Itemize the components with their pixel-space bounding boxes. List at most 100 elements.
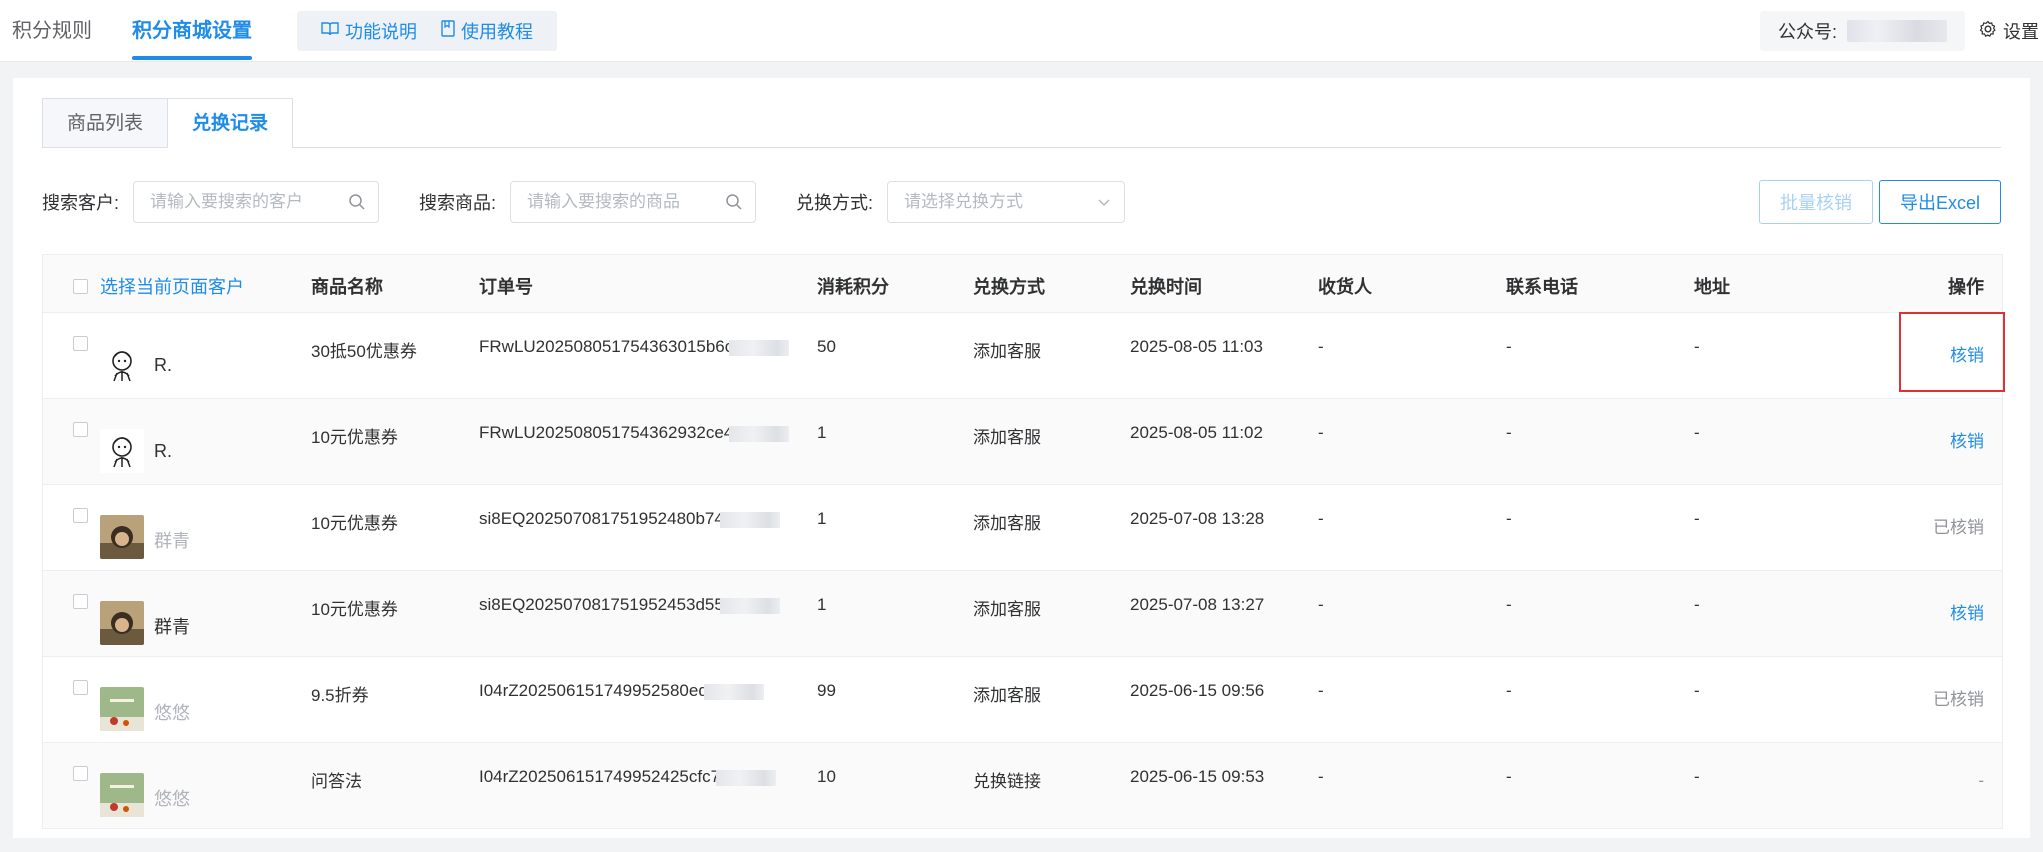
- address: -: [1694, 767, 1700, 786]
- exchange-time: 2025-08-05 11:03: [1130, 337, 1263, 356]
- verify-button[interactable]: 核销: [1950, 427, 1984, 452]
- tab-goods-list[interactable]: 商品列表: [42, 98, 169, 147]
- order-no-blurred: [703, 683, 764, 700]
- settings-label: 设置: [2003, 22, 2039, 42]
- export-excel-button[interactable]: 导出Excel: [1878, 180, 2001, 224]
- order-no-blurred: [729, 425, 790, 442]
- exchange-way-label: 兑换方式:: [796, 193, 874, 213]
- header-order-no: 订单号: [479, 277, 533, 297]
- exchange-way-select[interactable]: [887, 181, 1126, 223]
- exchange-way: 添加客服: [973, 342, 1041, 361]
- table-row: 群青 10元优惠券 si8EQ202507081751952480b74 1 添…: [43, 485, 2002, 571]
- goods-name: 30抵50优惠券: [311, 342, 417, 361]
- row-checkbox[interactable]: [73, 766, 88, 781]
- exchange-time: 2025-06-15 09:53: [1130, 767, 1265, 786]
- account-name-blurred: [1847, 20, 1947, 42]
- receiver: -: [1318, 423, 1324, 442]
- customer-name: R.: [154, 441, 172, 461]
- row-checkbox[interactable]: [73, 336, 88, 351]
- goods-name: 问答法: [311, 772, 362, 791]
- customer-name: 悠悠: [154, 703, 190, 723]
- content-tabs: 商品列表 兑换记录: [42, 98, 2001, 148]
- book-icon: [321, 21, 339, 42]
- address: -: [1694, 595, 1700, 614]
- customer-cell: R.: [73, 333, 172, 387]
- avatar: [100, 773, 144, 817]
- order-no-text: FRwLU202508051754362932ce4: [479, 423, 734, 442]
- account-label: 公众号:: [1777, 22, 1837, 42]
- table-row: 群青 10元优惠券 si8EQ202507081751952453d55 1 添…: [43, 571, 2002, 657]
- goods-name: 10元优惠券: [311, 428, 398, 447]
- order-no: I04rZ202506151749952425cfc7: [479, 767, 777, 852]
- select-all-checkbox[interactable]: [73, 278, 88, 294]
- verify-button[interactable]: 核销: [1950, 341, 1984, 366]
- header-operation: 操作: [1948, 277, 1984, 297]
- address: -: [1694, 337, 1700, 356]
- receiver: -: [1318, 509, 1324, 528]
- phone: -: [1506, 767, 1512, 786]
- select-all-header[interactable]: 选择当前页面客户: [73, 273, 244, 299]
- operation-empty: -: [1978, 771, 1984, 790]
- customer-cell: 悠悠: [73, 677, 190, 731]
- tutorial-link[interactable]: 使用教程: [441, 18, 533, 44]
- table-row: R. 30抵50优惠券 FRwLU202508051754363015b6c 5…: [43, 313, 2002, 399]
- tab-exchange-records[interactable]: 兑换记录: [168, 98, 294, 148]
- avatar: [100, 687, 144, 731]
- customer-name: 悠悠: [154, 789, 190, 809]
- order-no-blurred: [729, 339, 790, 356]
- search-icon[interactable]: [725, 193, 743, 216]
- tutorial-label: 使用教程: [461, 22, 533, 42]
- header-exchange-way: 兑换方式: [973, 277, 1045, 297]
- phone: -: [1506, 337, 1512, 356]
- feature-description-link[interactable]: 功能说明: [321, 18, 417, 44]
- customer-cell: 悠悠: [73, 763, 190, 817]
- batch-verify-button[interactable]: 批量核销: [1758, 180, 1873, 224]
- avatar: [100, 343, 144, 387]
- goods-name: 10元优惠券: [311, 514, 398, 533]
- receiver: -: [1318, 767, 1324, 786]
- nav-tab-points-mall[interactable]: 积分商城设置: [132, 0, 252, 62]
- goods-search-input[interactable]: [525, 191, 710, 213]
- exchange-time: 2025-07-08 13:28: [1130, 509, 1265, 528]
- exchange-way: 添加客服: [973, 428, 1041, 447]
- verify-button[interactable]: 核销: [1950, 599, 1984, 624]
- goods-search-box: [510, 181, 757, 223]
- row-checkbox[interactable]: [73, 508, 88, 523]
- row-checkbox[interactable]: [73, 594, 88, 609]
- goods-search-label: 搜索商品:: [419, 193, 497, 213]
- nav-tab-points-rules[interactable]: 积分规则: [12, 0, 92, 62]
- document-icon: [441, 20, 455, 42]
- address: -: [1694, 509, 1700, 528]
- points: 1: [817, 423, 827, 442]
- top-bar: 积分规则 积分商城设置 功能说明 使用教程 公众号: 设置: [0, 0, 2043, 62]
- exchange-time: 2025-07-08 13:27: [1130, 595, 1265, 614]
- goods-name: 9.5折券: [311, 686, 369, 705]
- phone: -: [1506, 509, 1512, 528]
- exchange-way-input[interactable]: [902, 191, 1087, 213]
- gear-icon: [1979, 20, 1997, 43]
- table-header: 选择当前页面客户 商品名称 订单号 消耗积分 兑换方式 兑换时间 收货人 联系电…: [43, 255, 2002, 313]
- order-no-text: I04rZ202506151749952425cfc7: [479, 767, 721, 786]
- points: 10: [817, 767, 836, 786]
- chevron-down-icon: [1096, 193, 1112, 216]
- settings-button[interactable]: 设置: [1979, 18, 2043, 44]
- header-points: 消耗积分: [817, 277, 889, 297]
- select-all-label[interactable]: 选择当前页面客户: [100, 273, 244, 299]
- row-checkbox[interactable]: [73, 422, 88, 437]
- order-no-text: si8EQ202507081751952453d55: [479, 595, 724, 614]
- order-no-blurred: [716, 769, 777, 786]
- main-panel: 商品列表 兑换记录 搜索客户: 搜索商品: 兑换方式: 批量核销 导出Excel: [13, 78, 2030, 838]
- avatar: [100, 515, 144, 559]
- filter-bar: 搜索客户: 搜索商品: 兑换方式: 批量核销 导出Excel: [42, 180, 2001, 224]
- account-selector[interactable]: 公众号:: [1759, 11, 1965, 51]
- table-row: R. 10元优惠券 FRwLU202508051754362932ce4 1 添…: [43, 399, 2002, 485]
- top-nav: 积分规则 积分商城设置 功能说明 使用教程: [12, 0, 557, 62]
- order-no-text: FRwLU202508051754363015b6c: [479, 337, 734, 356]
- row-checkbox[interactable]: [73, 680, 88, 695]
- order-no-blurred: [719, 511, 780, 528]
- customer-name: R.: [154, 355, 172, 375]
- phone: -: [1506, 681, 1512, 700]
- phone: -: [1506, 423, 1512, 442]
- customer-search-input[interactable]: [148, 191, 333, 213]
- search-icon[interactable]: [348, 193, 366, 216]
